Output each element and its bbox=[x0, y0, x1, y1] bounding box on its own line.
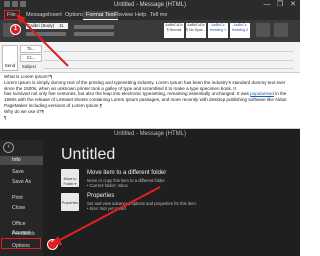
annotation-arrow-2 bbox=[50, 186, 161, 245]
annotation-arrow-1 bbox=[16, 14, 69, 67]
compose-window: Untitled - Message (HTML) — ❐ ✕ File Mes… bbox=[0, 0, 300, 128]
backstage-window: Untitled - Message (HTML) ‹ Info Save Sa… bbox=[0, 129, 300, 256]
